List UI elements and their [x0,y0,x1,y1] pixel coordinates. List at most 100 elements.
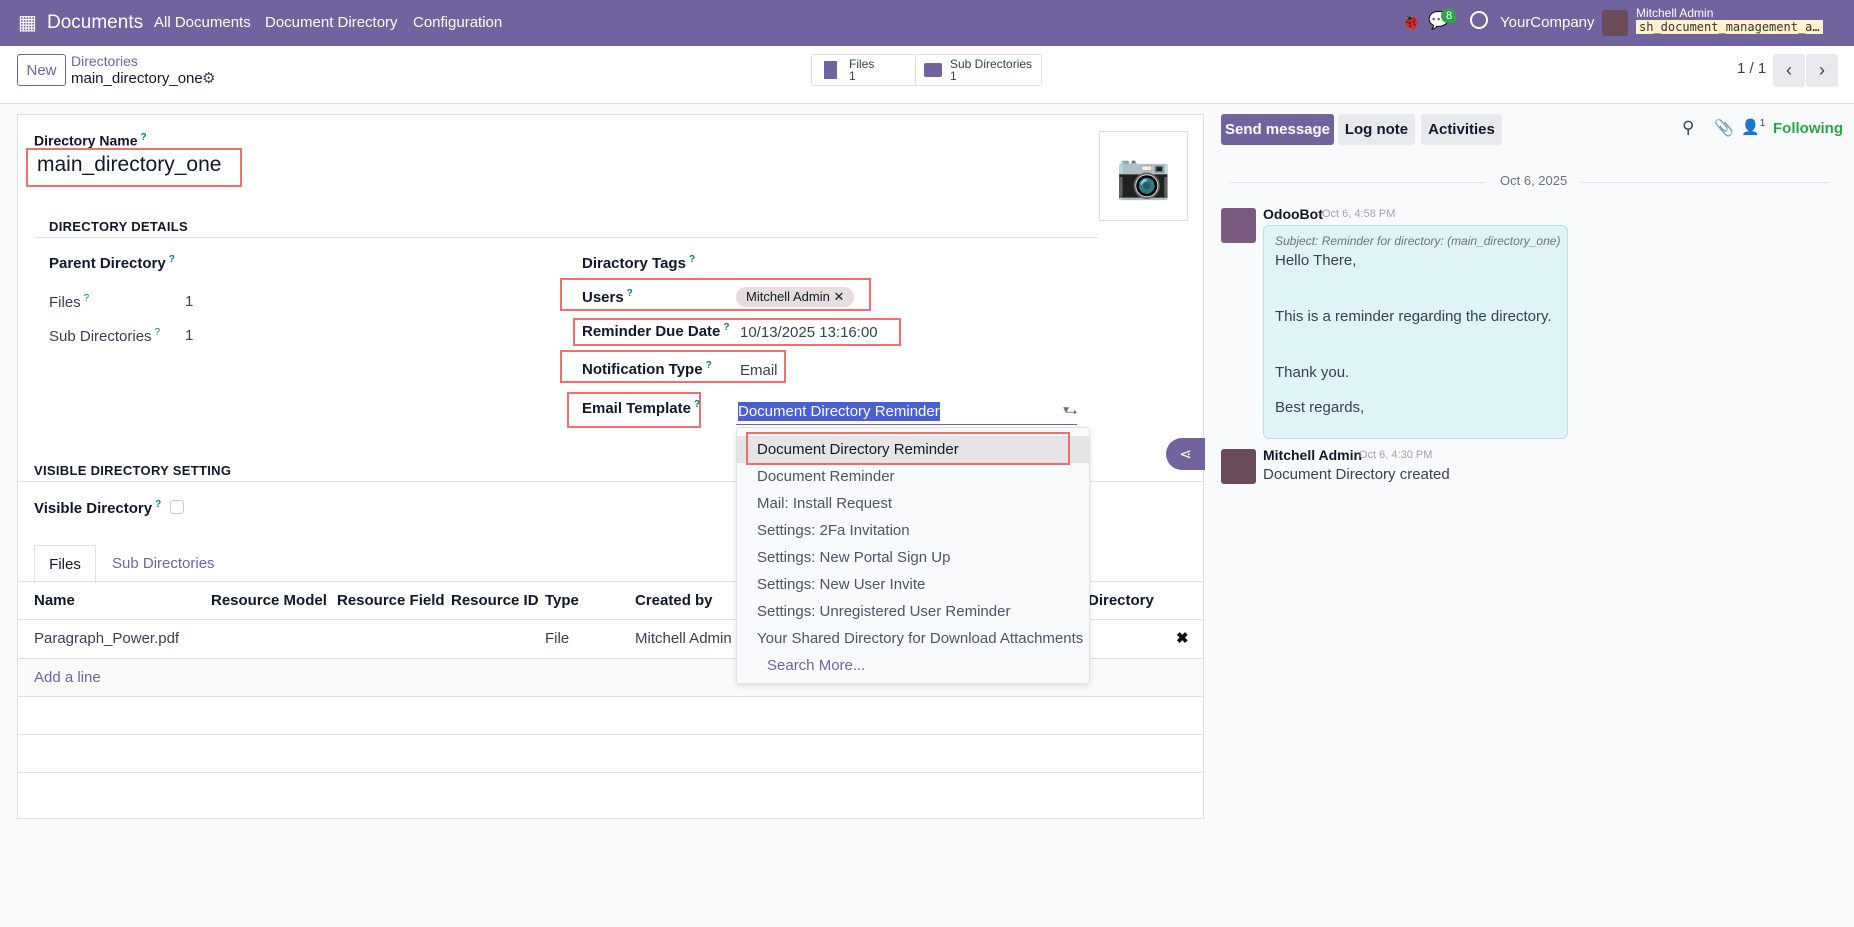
files-stat-button[interactable]: Files 1 [812,55,916,85]
users-label: Users? [582,288,633,306]
email-template-dropdown: Document Directory Reminder Document Rem… [736,427,1090,684]
message-body: Document Directory created [1263,466,1450,483]
column-type[interactable]: Type [545,592,579,609]
new-button[interactable]: New [17,54,66,86]
tags-label: Diractory Tags? [582,254,696,272]
message-author: OdooBot [1263,206,1323,222]
following-button[interactable]: Following [1773,120,1843,137]
reminder-label: Reminder Due Date? [582,322,730,340]
mitchell-avatar [1221,449,1256,484]
control-panel: New Directories main_directory_one ⚙ Fil… [0,46,1854,104]
menu-document-directory[interactable]: Document Directory [265,14,398,31]
user-name[interactable]: Mitchell Admin [1636,6,1713,20]
activities-button[interactable]: Activities [1421,114,1502,145]
cell-created-by: Mitchell Admin [635,630,732,647]
dropdown-option[interactable]: Mail: Install Request [737,490,1089,517]
dropdown-option[interactable]: Settings: New Portal Sign Up [737,544,1089,571]
dropdown-option[interactable]: Document Reminder [737,463,1089,490]
visible-directory-label: Visible Directory? [34,499,162,517]
cell-type: File [545,630,570,647]
pager-previous-button[interactable]: ‹ [1773,54,1805,87]
menu-all-documents[interactable]: All Documents [154,14,251,31]
log-note-button[interactable]: Log note [1338,114,1415,145]
notification-type-select[interactable]: Email [740,362,778,379]
bug-icon[interactable]: 🐞 [1401,12,1421,32]
menu-configuration[interactable]: Configuration [413,14,502,31]
user-tag: Mitchell Admin ✕ [736,287,855,307]
apps-grid-icon[interactable]: ▦ [18,13,37,33]
folder-icon [924,63,942,77]
subdirs-label: Sub Directories? [49,327,161,345]
reminder-date-input[interactable]: 10/13/2025 13:16:00 [740,324,878,341]
search-icon[interactable]: ⚲ [1682,118,1694,138]
column-created-by[interactable]: Created by [635,592,713,609]
followers-icon[interactable]: 👤1 [1741,118,1765,136]
internal-link-arrow-icon[interactable]: → [1063,400,1080,420]
paperclip-icon[interactable]: 📎 [1714,118,1734,138]
breadcrumb-current: main_directory_one [71,70,203,87]
column-resource-model[interactable]: Resource Model [211,592,327,609]
files-label: Files? [49,293,90,311]
stat-buttons: Files 1 Sub Directories 1 [811,54,1042,86]
section-directory-details: DIRECTORY DETAILS [49,219,188,234]
company-switcher[interactable]: YourCompany [1500,14,1595,31]
column-name[interactable]: Name [34,592,75,609]
file-icon [824,61,837,79]
empty-row [18,734,1203,772]
column-resource-field[interactable]: Resource Field [337,592,445,609]
odoobot-avatar [1221,208,1256,243]
directory-name-label: Directory Name? [34,132,147,149]
pager-value: 1 / 1 [1737,60,1767,77]
stat-value: 1 [950,69,957,83]
parent-directory-label: Parent Directory? [49,254,175,272]
pager-next-button[interactable]: › [1806,54,1838,87]
email-template-input[interactable]: Document Directory Reminder ▼ [736,401,1077,425]
app-name[interactable]: Documents [47,12,143,34]
message-time: Oct 6, 4:30 PM [1359,449,1433,461]
message-line: Best regards, [1275,399,1365,416]
stat-value: 1 [849,69,856,83]
stat-label: Sub Directories [950,57,1033,71]
notification-type-label: Notification Type? [582,360,712,378]
send-message-button[interactable]: Send message [1221,114,1334,145]
email-template-label: Email Template? [582,399,701,417]
message-time: Oct 6, 4:58 PM [1322,208,1396,220]
empty-row [18,772,1203,819]
cell-name: Paragraph_Power.pdf [34,630,180,647]
column-resource-id[interactable]: Resource ID [451,592,539,609]
column-directory[interactable]: Directory [1088,592,1154,609]
database-name: sh_document_management_a… [1636,20,1823,34]
share-icon[interactable]: ⋖ [1166,438,1205,470]
remove-tag-icon[interactable]: ✕ [833,289,844,304]
message-line: Thank you. [1275,364,1350,381]
user-avatar[interactable] [1602,10,1628,36]
highlight-box [746,432,1070,465]
directory-name-input[interactable]: main_directory_one [37,153,221,177]
visible-directory-checkbox[interactable] [170,500,184,514]
message-count-badge: 8 [1441,9,1458,23]
subdirs-stat-button[interactable]: Sub Directories 1 [916,55,1042,85]
camera-add-icon[interactable]: 📷 [1099,131,1188,221]
top-navbar: ▦ Documents All Documents Document Direc… [0,0,1854,46]
date-separator: Oct 6, 2025 [1486,173,1582,188]
dropdown-option[interactable]: Settings: New User Invite [737,571,1089,598]
tab-sub-directories[interactable]: Sub Directories [112,555,215,572]
dropdown-option[interactable]: Your Shared Directory for Download Attac… [737,625,1089,652]
gear-icon[interactable]: ⚙ [202,69,215,87]
message-subject: Subject: Reminder for directory: (main_d… [1275,234,1561,248]
delete-row-icon[interactable]: ✖ [1176,629,1189,647]
clock-icon[interactable] [1470,11,1488,29]
divider [34,237,1098,238]
selected-text: Document Directory Reminder [738,402,940,421]
message-bubble: Subject: Reminder for directory: (main_d… [1263,225,1568,439]
tab-files[interactable]: Files [34,545,96,583]
dropdown-option[interactable]: Settings: 2Fa Invitation [737,517,1089,544]
section-visible-directory: VISIBLE DIRECTORY SETTING [34,463,232,478]
add-line-link[interactable]: Add a line [34,669,101,686]
dropdown-option[interactable]: Settings: Unregistered User Reminder [737,598,1089,625]
message-line: Hello There, [1275,252,1357,269]
breadcrumb-directories[interactable]: Directories [71,53,138,69]
search-more-option[interactable]: Search More... [737,652,1089,679]
form-sheet: Directory Name? main_directory_one 📷 DIR… [17,114,1205,819]
message-line: This is a reminder regarding the directo… [1275,308,1552,325]
